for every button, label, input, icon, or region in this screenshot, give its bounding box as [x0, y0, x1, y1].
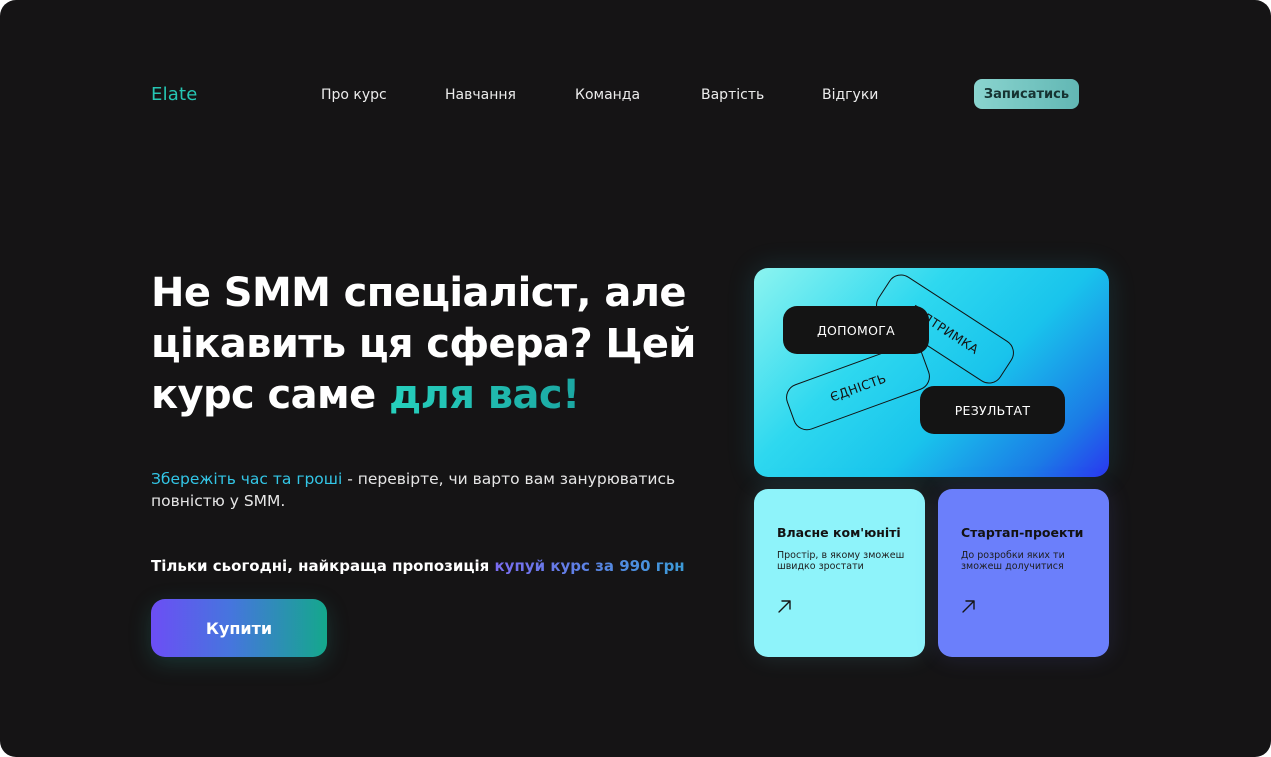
feature-card: ПІДТРИМКА ЄДНІСТЬ ДОПОМОГА РЕЗУЛЬТАТ [754, 268, 1109, 477]
page-frame: Elate Про курс Навчання Команда Вартість… [0, 0, 1271, 757]
nav-item-learning[interactable]: Навчання [445, 87, 516, 103]
hero-title-accent: для вас! [388, 372, 580, 418]
offer-plain: Тільки сьогодні, найкраща пропозиція [151, 557, 495, 575]
subtitle-highlight: Збережіть час та гроші [151, 470, 343, 488]
hero-subtitle: Збережіть час та гроші - перевірте, чи в… [151, 468, 691, 512]
hero-title-line-3: курс саме [151, 372, 389, 418]
arrow-up-right-icon[interactable] [777, 599, 792, 614]
logo[interactable]: Elate [151, 84, 198, 105]
tag-help: ДОПОМОГА [783, 306, 929, 354]
card-community-title: Власне ком'юніті [777, 525, 901, 540]
nav-item-team[interactable]: Команда [575, 87, 640, 103]
nav-item-about[interactable]: Про курс [321, 87, 387, 103]
offer-text: Тільки сьогодні, найкраща пропозиція куп… [151, 557, 685, 575]
buy-button[interactable]: Купити [151, 599, 327, 657]
arrow-up-right-icon[interactable] [961, 599, 976, 614]
tag-result: РЕЗУЛЬТАТ [920, 386, 1065, 434]
hero-title: Не SMM спеціаліст, але цікавить ця сфера… [151, 268, 711, 421]
hero-title-line-2: цікавить ця сфера? Цей [151, 321, 696, 367]
offer-highlight: купуй курс за 990 грн [494, 557, 685, 575]
nav-item-reviews[interactable]: Відгуки [822, 87, 878, 103]
card-startups-title: Стартап-проекти [961, 525, 1084, 540]
card-startups[interactable]: Стартап-проекти До розробки яких ти змож… [938, 489, 1109, 657]
card-community-desc: Простір, в якому зможеш швидко зростати [777, 550, 905, 572]
nav-item-price[interactable]: Вартість [701, 87, 764, 103]
signup-button[interactable]: Записатись [974, 79, 1079, 109]
hero-title-line-1: Не SMM спеціаліст, але [151, 270, 687, 316]
card-startups-desc: До розробки яких ти зможеш долучитися [961, 550, 1065, 572]
card-community[interactable]: Власне ком'юніті Простір, в якому зможеш… [754, 489, 925, 657]
